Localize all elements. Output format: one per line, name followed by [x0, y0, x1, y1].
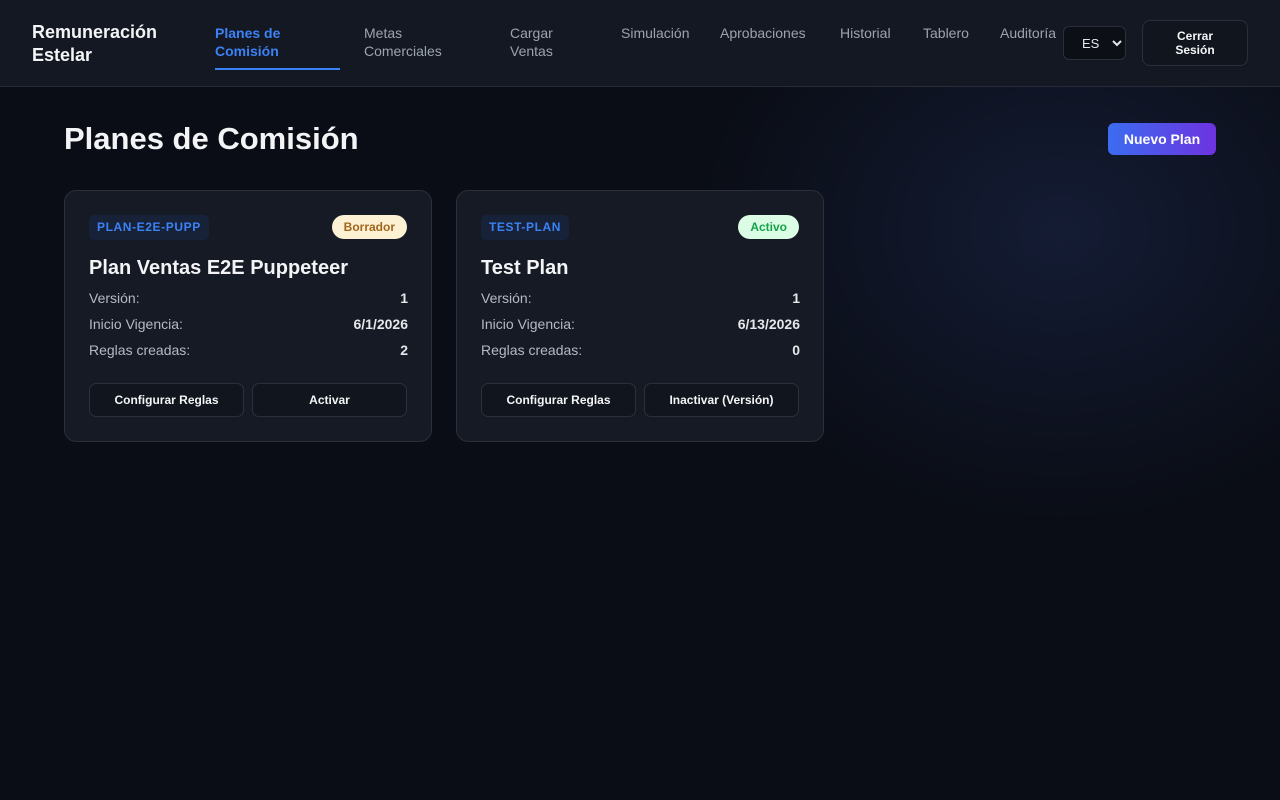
new-plan-button[interactable]: Nuevo Plan: [1108, 123, 1216, 155]
start-date-value: 6/13/2026: [737, 316, 800, 332]
nav-item-simulacion[interactable]: Simulación: [621, 24, 689, 42]
nav-item-metas-comerciales[interactable]: Metas Comerciales: [364, 24, 464, 60]
plan-name: Plan Ventas E2E Puppeteer: [89, 257, 348, 279]
rules-value: 2: [400, 342, 408, 358]
configure-rules-button[interactable]: Configurar Reglas: [89, 383, 244, 417]
plan-card: PLAN-E2E-PUPP Borrador Plan Ventas E2E P…: [64, 190, 432, 442]
plan-code-badge: TEST-PLAN: [481, 215, 570, 240]
version-label: Versión:: [481, 290, 532, 306]
app-brand[interactable]: Remuneración Estelar: [32, 21, 182, 67]
plan-card: TEST-PLAN Activo Test Plan Versión: 1 In…: [456, 190, 824, 442]
nav-item-aprobaciones[interactable]: Aprobaciones: [720, 24, 806, 42]
page-title: Planes de Comisión: [64, 121, 359, 156]
start-date-label: Inicio Vigencia:: [481, 316, 575, 332]
logout-button[interactable]: Cerrar Sesión: [1142, 20, 1248, 66]
plan-name: Test Plan: [481, 257, 569, 279]
rules-label: Reglas creadas:: [89, 342, 191, 358]
nav-item-planes-de-comision[interactable]: Planes de Comisión: [215, 24, 305, 60]
activate-button[interactable]: Activar: [252, 383, 407, 417]
nav-item-auditoria[interactable]: Auditoría: [1000, 24, 1056, 42]
plan-start-row: Inicio Vigencia: 6/1/2026: [89, 315, 408, 333]
version-value: 1: [400, 290, 408, 306]
plan-code-badge: PLAN-E2E-PUPP: [89, 215, 209, 240]
rules-value: 0: [792, 342, 800, 358]
top-navigation-bar: Remuneración Estelar Planes de Comisión …: [0, 0, 1280, 87]
nav-item-tablero[interactable]: Tablero: [923, 24, 969, 42]
nav-item-historial[interactable]: Historial: [840, 24, 891, 42]
deactivate-version-button[interactable]: Inactivar (Versión): [644, 383, 799, 417]
plan-rules-row: Reglas creadas: 2: [89, 341, 408, 359]
plan-start-row: Inicio Vigencia: 6/13/2026: [481, 315, 800, 333]
plan-version-row: Versión: 1: [89, 289, 408, 307]
nav-item-cargar-ventas[interactable]: Cargar Ventas: [510, 24, 570, 60]
start-date-value: 6/1/2026: [353, 316, 409, 332]
language-select[interactable]: ES: [1063, 26, 1126, 60]
configure-rules-button[interactable]: Configurar Reglas: [481, 383, 636, 417]
version-value: 1: [792, 290, 800, 306]
status-badge: Activo: [738, 215, 799, 239]
active-nav-indicator: [215, 68, 340, 70]
start-date-label: Inicio Vigencia:: [89, 316, 183, 332]
plan-rules-row: Reglas creadas: 0: [481, 341, 800, 359]
plan-version-row: Versión: 1: [481, 289, 800, 307]
rules-label: Reglas creadas:: [481, 342, 583, 358]
version-label: Versión:: [89, 290, 140, 306]
status-badge: Borrador: [331, 215, 407, 239]
